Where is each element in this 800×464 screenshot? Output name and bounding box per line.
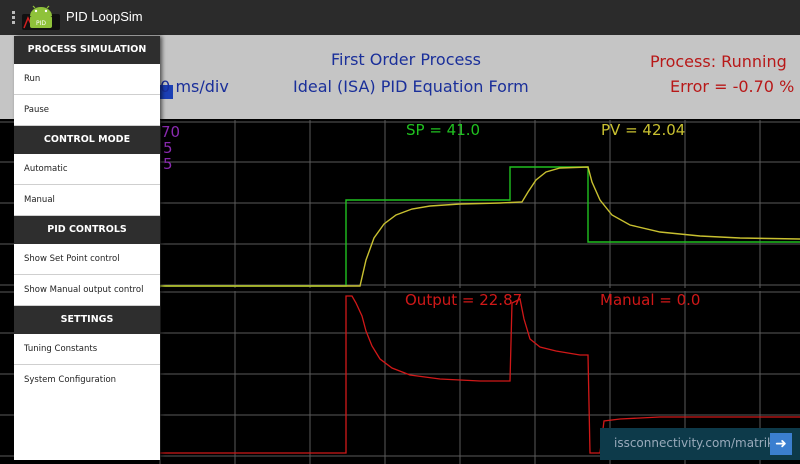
menu-item-tuning-constants[interactable]: Tuning Constants [14,334,160,365]
menu-item-manual[interactable]: Manual [14,185,160,216]
menu-item-automatic[interactable]: Automatic [14,154,160,185]
process-name: First Order Process [331,50,482,69]
ad-banner[interactable]: issconnectivity.com/matriko... ➜ [600,428,800,460]
section-settings: SETTINGS [14,306,160,334]
output-label: Output = 22.87 [405,291,523,309]
error-readout: Error = -0.70 % [670,77,795,96]
app-bar: PID PID LoopSim [0,0,800,36]
ad-text[interactable]: issconnectivity.com/matriko... [614,436,792,450]
menu-item-system-configuration[interactable]: System Configuration [14,365,160,395]
sp-label: SP = 41.0 [406,121,481,139]
svg-text:PID: PID [36,20,46,27]
manual-label: Manual = 0.0 [600,291,701,309]
ad-arrow-icon[interactable]: ➜ [770,433,792,455]
sp-trace [160,166,800,287]
menu-item-show-manual-output-control[interactable]: Show Manual output control [14,275,160,306]
menu-item-pause[interactable]: Pause [14,95,160,126]
menu-item-run[interactable]: Run [14,64,160,95]
android-logo-icon[interactable]: PID [22,4,60,32]
app-title: PID LoopSim [66,9,143,24]
pv-label: PV = 42.04 [601,121,686,139]
section-pid-controls: PID CONTROLS [14,216,160,244]
menu-item-show-set-point-control[interactable]: Show Set Point control [14,244,160,275]
overflow-menu-icon[interactable] [12,11,15,25]
scale-fragment-3: 5 [163,155,173,173]
section-control-mode: CONTROL MODE [14,126,160,154]
equation-form: Ideal (ISA) PID Equation Form [293,77,529,96]
process-status: Process: Running [650,52,787,71]
section-process-simulation: PROCESS SIMULATION [14,36,160,64]
pv-trace [160,166,800,287]
navigation-drawer: PROCESS SIMULATION Run Pause CONTROL MOD… [14,36,160,460]
time-scale: 20 ms/div [150,77,229,96]
